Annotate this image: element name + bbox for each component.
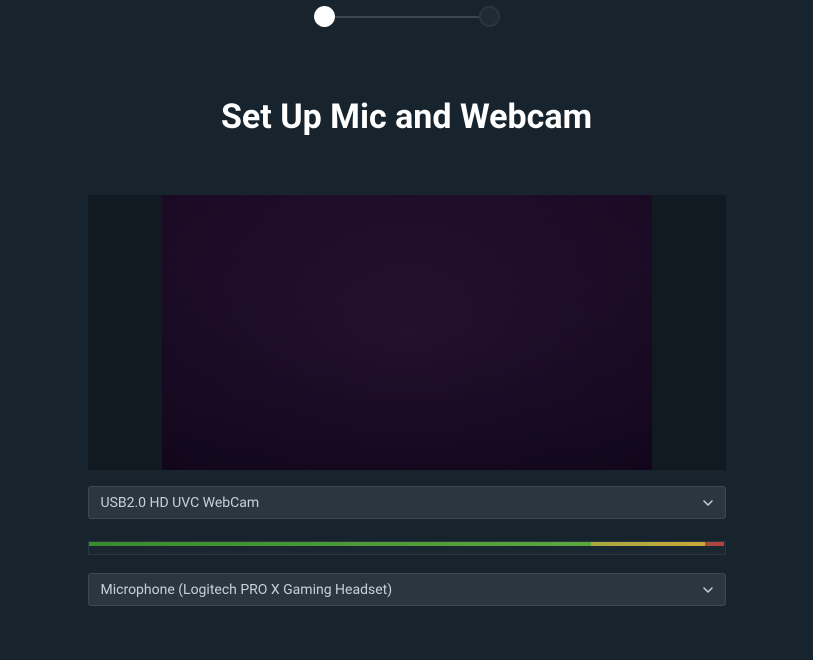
meter-yellow-zone	[591, 542, 705, 546]
page-title: Set Up Mic and Webcam	[0, 97, 813, 137]
step-dot-2[interactable]	[479, 6, 500, 27]
chevron-down-icon	[703, 498, 713, 508]
microphone-select-label: Microphone (Logitech PRO X Gaming Headse…	[101, 582, 393, 598]
mic-level-meter	[88, 541, 726, 555]
chevron-down-icon	[703, 585, 713, 595]
microphone-select[interactable]: Microphone (Logitech PRO X Gaming Headse…	[88, 573, 726, 606]
meter-green-zone	[89, 542, 591, 546]
setup-content: USB2.0 HD UVC WebCam Microphone (Logitec…	[88, 195, 726, 606]
webcam-preview-frame	[88, 195, 726, 470]
webcam-preview	[162, 195, 652, 470]
step-line	[335, 16, 479, 18]
webcam-select[interactable]: USB2.0 HD UVC WebCam	[88, 486, 726, 519]
meter-red-zone	[705, 542, 724, 546]
progress-stepper	[0, 0, 813, 27]
step-dot-1[interactable]	[314, 6, 335, 27]
webcam-select-label: USB2.0 HD UVC WebCam	[101, 495, 260, 511]
meter-track	[89, 542, 725, 546]
